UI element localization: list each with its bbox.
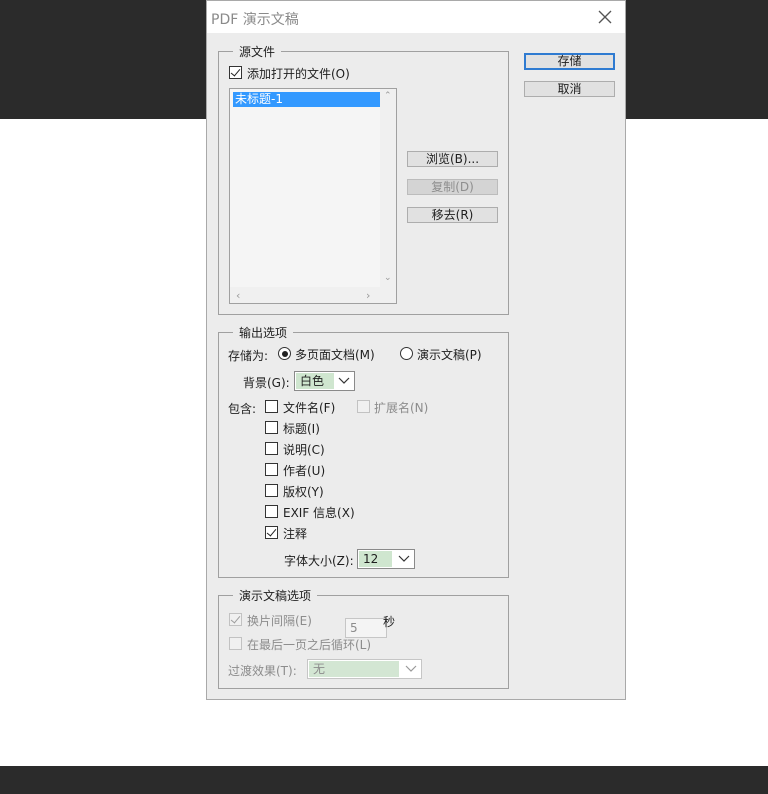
description-checkbox[interactable] bbox=[265, 442, 278, 455]
title-checkbox[interactable] bbox=[265, 421, 278, 434]
extension-checkbox[interactable] bbox=[357, 400, 370, 413]
scroll-right-icon[interactable]: › bbox=[366, 289, 370, 302]
font-size-select[interactable]: 12 bbox=[357, 549, 415, 569]
exif-info-checkbox[interactable] bbox=[265, 505, 278, 518]
loop-after-last-page-checkbox[interactable] bbox=[229, 637, 242, 650]
seconds-label: 秒 bbox=[383, 615, 396, 629]
description-label[interactable]: 说明(C) bbox=[283, 441, 325, 458]
output-options-legend: 输出选项 bbox=[239, 326, 288, 340]
title-label[interactable]: 标题(I) bbox=[283, 420, 320, 437]
advance-every-label[interactable]: 换片间隔(E) bbox=[247, 612, 312, 629]
transition-select-value: 无 bbox=[309, 661, 399, 677]
multipage-document-radio[interactable] bbox=[278, 347, 291, 360]
font-size-select-value: 12 bbox=[359, 551, 392, 567]
scroll-down-icon[interactable]: ⌄ bbox=[384, 273, 392, 283]
cancel-button[interactable]: 取消 bbox=[524, 81, 615, 97]
presentation-radio[interactable] bbox=[400, 347, 413, 360]
filename-checkbox[interactable] bbox=[265, 400, 278, 413]
exif-info-label[interactable]: EXIF 信息(X) bbox=[283, 504, 355, 521]
background-select-value: 白色 bbox=[296, 373, 334, 389]
font-size-label: 字体大小(Z): bbox=[284, 554, 354, 568]
advance-seconds-input[interactable]: 5 bbox=[345, 618, 387, 638]
background-select[interactable]: 白色 bbox=[294, 371, 355, 391]
copyright-checkbox[interactable] bbox=[265, 484, 278, 497]
transition-label: 过渡效果(T): bbox=[228, 664, 297, 678]
presentation-options-legend: 演示文稿选项 bbox=[239, 589, 312, 603]
close-icon[interactable] bbox=[597, 9, 613, 25]
add-open-files-checkbox[interactable] bbox=[229, 66, 242, 79]
advance-every-checkbox[interactable] bbox=[229, 613, 242, 626]
source-files-legend: 源文件 bbox=[239, 45, 276, 59]
loop-after-last-page-label[interactable]: 在最后一页之后循环(L) bbox=[247, 636, 371, 653]
scroll-up-icon[interactable]: ⌃ bbox=[384, 91, 392, 101]
add-open-files-label[interactable]: 添加打开的文件(O) bbox=[247, 65, 350, 82]
list-item[interactable]: 未标题-1 bbox=[233, 92, 381, 107]
remove-button[interactable]: 移去(R) bbox=[407, 207, 498, 223]
save-as-label: 存储为: bbox=[228, 349, 269, 363]
chevron-down-icon bbox=[405, 665, 417, 672]
chevron-down-icon bbox=[398, 555, 410, 562]
save-button[interactable]: 存储 bbox=[524, 53, 615, 70]
background-bottom-bar bbox=[0, 766, 768, 794]
source-files-list[interactable]: 未标题-1 ⌃ ⌄ ‹ › bbox=[229, 88, 397, 304]
dialog-title: PDF 演示文稿 bbox=[211, 12, 299, 28]
transition-select[interactable]: 无 bbox=[307, 659, 422, 679]
filename-label[interactable]: 文件名(F) bbox=[283, 399, 335, 416]
vertical-scrollbar[interactable]: ⌃ ⌄ bbox=[380, 89, 396, 287]
annotations-checkbox[interactable] bbox=[265, 526, 278, 539]
annotations-label[interactable]: 注释 bbox=[283, 525, 307, 542]
author-label[interactable]: 作者(U) bbox=[283, 462, 325, 479]
horizontal-scrollbar[interactable]: ‹ › bbox=[230, 287, 396, 303]
duplicate-button[interactable]: 复制(D) bbox=[407, 179, 498, 195]
include-label: 包含: bbox=[228, 402, 257, 416]
author-checkbox[interactable] bbox=[265, 463, 278, 476]
scroll-left-icon[interactable]: ‹ bbox=[236, 289, 240, 302]
chevron-down-icon bbox=[338, 377, 350, 384]
presentation-label[interactable]: 演示文稿(P) bbox=[417, 346, 482, 363]
multipage-document-label[interactable]: 多页面文档(M) bbox=[295, 346, 375, 363]
pdf-presentation-dialog: PDF 演示文稿 存储 取消 源文件 添加打开的文件(O) 未标题-1 ⌃ ⌄ … bbox=[206, 0, 626, 700]
extension-label[interactable]: 扩展名(N) bbox=[374, 399, 428, 416]
copyright-label[interactable]: 版权(Y) bbox=[283, 483, 324, 500]
title-bar: PDF 演示文稿 bbox=[207, 1, 625, 33]
background-label: 背景(G): bbox=[243, 376, 290, 390]
browse-button[interactable]: 浏览(B)... bbox=[407, 151, 498, 167]
